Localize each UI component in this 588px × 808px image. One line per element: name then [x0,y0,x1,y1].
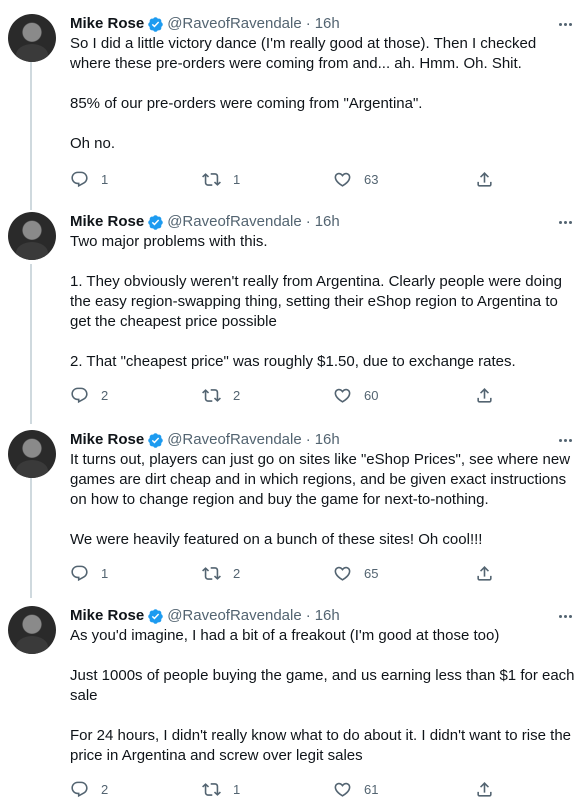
like-button[interactable]: 60 [333,386,378,405]
tweet-paragraph: We were heavily featured on a bunch of t… [70,531,483,548]
reply-icon [71,171,88,188]
author-name[interactable]: Mike Rose [70,430,144,450]
share-button[interactable] [475,564,494,583]
like-count: 60 [364,388,379,403]
like-button[interactable]: 65 [333,564,378,583]
tweet-paragraph: 85% of our pre-orders were coming from "… [70,95,423,112]
retweet-icon [202,783,221,796]
reply-count: 2 [101,782,109,797]
verified-badge-icon [148,16,163,32]
tweet-paragraph: 2. That "cheapest price" was roughly $1.… [70,353,516,370]
retweet-count: 2 [233,566,241,581]
avatar[interactable] [8,212,56,260]
tweet-actions: 1 1 63 [70,170,500,190]
tweet-paragraph: It turns out, players can just go on sit… [70,451,571,508]
verified-badge-icon [148,214,163,230]
reply-icon [71,565,88,582]
tweet-actions: 2 2 60 [70,386,500,406]
tweet-paragraph: Two major problems with this. [70,233,268,250]
like-icon [334,172,351,187]
avatar[interactable] [8,430,56,478]
separator: · [305,607,311,624]
like-icon [334,782,351,797]
tweet-paragraph: For 24 hours, I didn't really know what … [70,727,571,764]
tweet-paragraph: As you'd imagine, I had a bit of a freak… [70,627,500,644]
retweet-icon [202,389,221,402]
retweet-icon [202,567,221,580]
retweet-button[interactable]: 1 [202,780,240,799]
tweet[interactable]: Mike Rose @RaveofRavendale · 16h As you'… [0,606,588,806]
like-button[interactable]: 63 [333,170,378,189]
separator: · [305,15,311,32]
verified-badge-icon [148,608,163,624]
share-button[interactable] [475,780,494,799]
tweet-text: So I did a little victory dance (I'm rea… [70,34,578,154]
author-name[interactable]: Mike Rose [70,212,144,232]
tweet-header: Mike Rose @RaveofRavendale · 16h [70,430,340,450]
timestamp[interactable]: 16h [315,14,340,34]
tweet-text: It turns out, players can just go on sit… [70,450,578,550]
author-name[interactable]: Mike Rose [70,14,144,34]
like-count: 61 [364,782,379,797]
more-icon[interactable] [556,432,574,448]
reply-button[interactable]: 1 [70,564,108,583]
tweet[interactable]: Mike Rose @RaveofRavendale · 16h It turn… [0,430,588,600]
like-button[interactable]: 61 [333,780,378,799]
author-name[interactable]: Mike Rose [70,606,144,626]
reply-count: 1 [101,172,109,187]
share-button[interactable] [475,386,494,405]
reply-icon [71,781,88,798]
more-icon[interactable] [556,608,574,624]
author-handle[interactable]: @RaveofRavendale [167,606,301,626]
retweet-button[interactable]: 2 [202,564,240,583]
tweet-actions: 1 2 65 [70,564,500,584]
tweet-paragraph: So I did a little victory dance (I'm rea… [70,35,537,72]
verified-badge-icon [148,432,163,448]
tweet-header: Mike Rose @RaveofRavendale · 16h [70,212,340,232]
tweet[interactable]: Mike Rose @RaveofRavendale · 16h So I di… [0,14,588,194]
reply-count: 1 [101,566,109,581]
separator: · [305,213,311,230]
tweet-paragraph: Just 1000s of people buying the game, an… [70,667,575,704]
tweet[interactable]: Mike Rose @RaveofRavendale · 16h Two maj… [0,212,588,412]
tweet-paragraph: 1. They obviously weren't really from Ar… [70,273,563,330]
tweet-text: Two major problems with this. 1. They ob… [70,232,578,372]
reply-button[interactable]: 2 [70,780,108,799]
retweet-button[interactable]: 2 [202,386,240,405]
more-icon[interactable] [556,16,574,32]
like-count: 65 [364,566,379,581]
tweet-actions: 2 1 61 [70,780,500,800]
reply-button[interactable]: 2 [70,386,108,405]
retweet-icon [202,173,221,186]
reply-icon [71,387,88,404]
share-icon [477,388,492,403]
more-icon[interactable] [556,214,574,230]
avatar[interactable] [8,14,56,62]
like-icon [334,566,351,581]
tweet-header: Mike Rose @RaveofRavendale · 16h [70,606,340,626]
timestamp[interactable]: 16h [315,606,340,626]
author-handle[interactable]: @RaveofRavendale [167,212,301,232]
timestamp[interactable]: 16h [315,212,340,232]
retweet-count: 1 [233,172,241,187]
tweet-text: As you'd imagine, I had a bit of a freak… [70,626,578,766]
reply-count: 2 [101,388,109,403]
tweet-header: Mike Rose @RaveofRavendale · 16h [70,14,340,34]
share-icon [477,782,492,797]
author-handle[interactable]: @RaveofRavendale [167,14,301,34]
retweet-count: 2 [233,388,241,403]
reply-button[interactable]: 1 [70,170,108,189]
share-button[interactable] [475,170,494,189]
like-count: 63 [364,172,379,187]
author-handle[interactable]: @RaveofRavendale [167,430,301,450]
timestamp[interactable]: 16h [315,430,340,450]
avatar[interactable] [8,606,56,654]
retweet-button[interactable]: 1 [202,170,240,189]
share-icon [477,566,492,581]
like-icon [334,388,351,403]
retweet-count: 1 [233,782,241,797]
tweet-paragraph: Oh no. [70,135,116,152]
separator: · [305,431,311,448]
share-icon [477,172,492,187]
